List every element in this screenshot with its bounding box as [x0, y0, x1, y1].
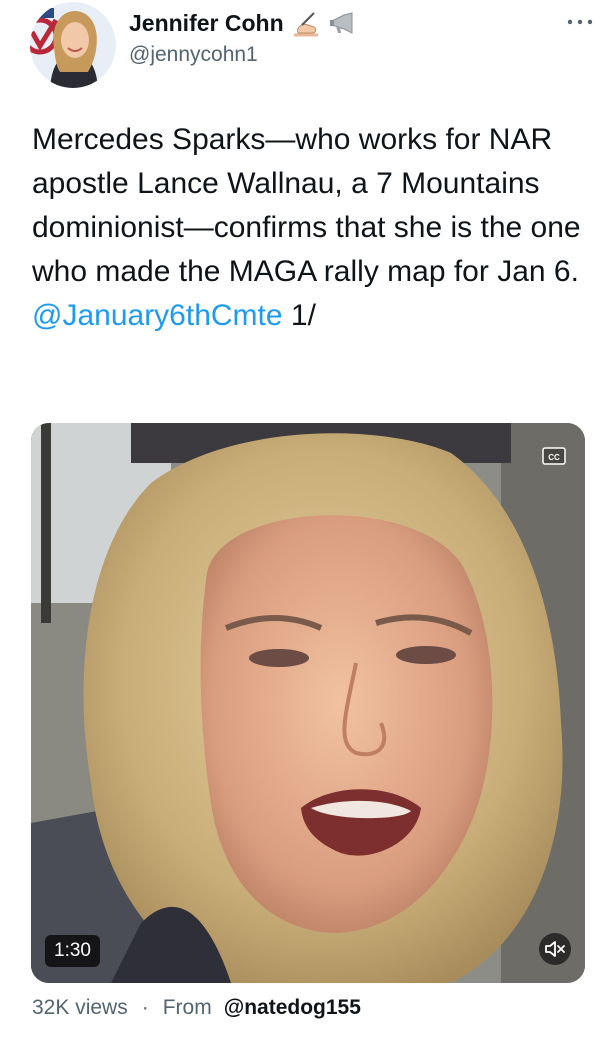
avatar-image: [30, 2, 116, 88]
from-label: From: [162, 996, 212, 1019]
author-avatar[interactable]: [30, 2, 116, 88]
writing-hand-emoji-icon: [293, 11, 318, 36]
tweet-body: Mercedes Sparks—who works for NAR apostl…: [32, 123, 581, 288]
mute-toggle-button[interactable]: [539, 933, 571, 965]
mention-link[interactable]: @January6thCmte: [32, 299, 283, 332]
video-player[interactable]: CC 1:30: [31, 423, 585, 983]
megaphone-emoji-icon: [329, 11, 353, 34]
thread-marker: 1/: [282, 299, 316, 332]
view-count: 32K views: [32, 996, 128, 1019]
speaker-muted-icon: [545, 941, 565, 957]
video-frame: [31, 423, 585, 983]
tweet-meta: 32K views · From @natedog155: [32, 996, 361, 1020]
tweet-author: Jennifer Cohn @jennycohn1: [129, 10, 358, 67]
meta-separator: ·: [141, 996, 149, 1019]
video-duration: 1:30: [45, 935, 100, 967]
closed-captions-icon[interactable]: CC: [541, 445, 567, 467]
author-handle[interactable]: @jennycohn1: [129, 43, 358, 67]
svg-text:CC: CC: [548, 453, 560, 462]
source-account-link[interactable]: @natedog155: [224, 996, 361, 1020]
tweet-text: Mercedes Sparks—who works for NAR apostl…: [32, 118, 592, 338]
author-name[interactable]: Jennifer Cohn: [129, 10, 284, 37]
more-options-icon[interactable]: [565, 14, 595, 30]
